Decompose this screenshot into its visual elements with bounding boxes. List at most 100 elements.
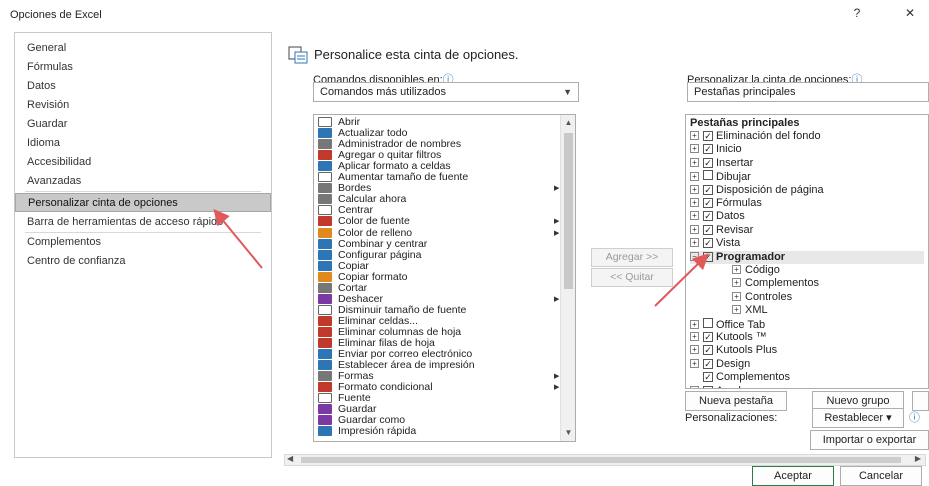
tree-tab-item[interactable]: + ✓Ayuda bbox=[690, 385, 924, 388]
cancel-button[interactable]: Cancelar bbox=[840, 466, 922, 486]
tree-group-item[interactable]: + Código bbox=[732, 264, 924, 277]
scroll-left-icon[interactable]: ◀ bbox=[287, 454, 293, 463]
scroll-thumb[interactable] bbox=[564, 133, 573, 289]
tree-tab-item[interactable]: + ✓ Fórmulas bbox=[690, 197, 924, 210]
commands-from-dropdown[interactable]: Comandos más utilizados ▼ bbox=[313, 82, 579, 102]
expand-icon[interactable]: + bbox=[690, 319, 699, 329]
tab-checkbox[interactable]: ✓ bbox=[703, 198, 713, 208]
tree-tab-item[interactable]: + ✓ Inicio bbox=[690, 143, 924, 156]
tab-checkbox[interactable] bbox=[703, 317, 713, 328]
nav-item-language[interactable]: Idioma bbox=[15, 134, 271, 153]
expand-icon[interactable]: + bbox=[732, 278, 741, 288]
expand-icon[interactable]: + bbox=[690, 211, 699, 221]
collapse-icon[interactable]: − bbox=[690, 251, 699, 261]
commands-scrollbar[interactable]: ▲ ▼ bbox=[560, 115, 575, 441]
tab-checkbox[interactable]: ✓ bbox=[703, 211, 713, 222]
tab-checkbox[interactable] bbox=[703, 170, 713, 181]
ribbon-tree[interactable]: Pestañas principales + ✓ Eliminación del f… bbox=[685, 114, 929, 389]
tab-checkbox[interactable]: ✓ bbox=[703, 345, 713, 356]
tree-group-item[interactable]: + XML bbox=[732, 304, 924, 317]
expand-icon[interactable]: + bbox=[690, 385, 699, 388]
import-export-button[interactable]: Importar o exportar bbox=[810, 430, 929, 450]
tab-checkbox[interactable]: ✓ bbox=[703, 144, 713, 155]
tree-tab-item[interactable]: + ✓ Vista bbox=[690, 237, 924, 250]
expand-icon[interactable]: + bbox=[690, 198, 699, 207]
expand-icon[interactable]: + bbox=[690, 172, 699, 182]
tab-checkbox[interactable]: ✓ bbox=[703, 131, 713, 141]
page-setup-icon bbox=[318, 249, 332, 260]
nav-item-advanced[interactable]: Avanzadas bbox=[15, 172, 271, 191]
tree-tab-item[interactable]: ✓ Complementos bbox=[690, 371, 924, 384]
rename-button-partial[interactable] bbox=[912, 391, 929, 411]
expand-icon[interactable]: + bbox=[690, 345, 699, 355]
expand-icon[interactable]: + bbox=[690, 332, 699, 341]
remove-button[interactable]: << Quitar bbox=[591, 268, 673, 287]
nav-item-trust-center[interactable]: Centro de confianza bbox=[15, 252, 271, 271]
nav-item-customize-ribbon[interactable]: Personalizar cinta de opciones bbox=[15, 193, 271, 212]
scroll-down-icon[interactable]: ▼ bbox=[561, 425, 575, 440]
nav-item-formulas[interactable]: Fórmulas bbox=[15, 58, 271, 77]
tab-checkbox[interactable]: ✓ bbox=[703, 251, 713, 262]
ribbon-customize-icon bbox=[288, 46, 308, 64]
increase-font-icon bbox=[318, 172, 332, 183]
horizontal-scrollbar[interactable]: ◀ ▶ bbox=[284, 454, 926, 466]
tree-tab-item[interactable]: + ✓ Revisar bbox=[690, 224, 924, 237]
help-button[interactable]: ? bbox=[845, 6, 869, 24]
ribbon-tabs-dropdown[interactable]: Pestañas principales bbox=[687, 82, 929, 102]
expand-icon[interactable]: + bbox=[690, 358, 699, 368]
tree-tab-item[interactable]: + ✓ Disposición de página bbox=[690, 184, 924, 197]
nav-item-general[interactable]: General bbox=[15, 39, 271, 58]
tree-tab-item[interactable]: + Office Tab bbox=[690, 317, 924, 331]
expand-icon[interactable]: + bbox=[732, 291, 741, 301]
tree-group-item[interactable]: + Controles bbox=[732, 291, 924, 304]
tree-tab-item[interactable]: + ✓ Kutools ™ bbox=[690, 331, 924, 344]
tree-tab-item[interactable]: + ✓ Kutools Plus bbox=[690, 344, 924, 357]
close-button[interactable]: ✕ bbox=[898, 6, 922, 24]
commands-list[interactable]: Abrir Actualizar todo Administrador de nom… bbox=[313, 114, 576, 442]
nav-item-proofing[interactable]: Revisión bbox=[15, 96, 271, 115]
tree-item-label: Eliminación del fondo bbox=[716, 130, 821, 142]
tab-checkbox[interactable]: ✓ bbox=[703, 385, 713, 388]
tab-checkbox[interactable]: ✓ bbox=[703, 238, 713, 249]
tab-checkbox[interactable]: ✓ bbox=[703, 358, 713, 369]
tree-tab-item[interactable]: + Dibujar bbox=[690, 170, 924, 183]
expand-icon[interactable]: + bbox=[690, 131, 699, 140]
tree-tab-item[interactable]: + ✓ Eliminación del fondo bbox=[690, 130, 924, 143]
nav-item-quick-access-toolbar[interactable]: Barra de herramientas de acceso rápido bbox=[15, 213, 271, 232]
tree-tab-item[interactable]: + ✓ Design bbox=[690, 358, 924, 371]
nav-item-accessibility[interactable]: Accesibilidad bbox=[15, 153, 271, 172]
command-item[interactable]: Configurar página bbox=[318, 249, 421, 261]
panel-heading: Personalice esta cinta de opciones. bbox=[314, 47, 519, 62]
info-icon: ⓘ bbox=[909, 412, 920, 424]
nav-item-addins[interactable]: Complementos bbox=[15, 233, 271, 252]
expand-icon[interactable]: + bbox=[732, 305, 741, 315]
command-item[interactable]: Formato condicional ▶ bbox=[318, 382, 559, 393]
command-item[interactable]: Impresión rápida bbox=[318, 426, 416, 437]
scroll-right-icon[interactable]: ▶ bbox=[915, 454, 921, 463]
tab-checkbox[interactable]: ✓ bbox=[703, 184, 713, 195]
tree-tab-item[interactable]: − ✓ Programador bbox=[690, 250, 924, 264]
expand-icon[interactable]: + bbox=[690, 224, 699, 234]
nav-item-save[interactable]: Guardar bbox=[15, 115, 271, 134]
tab-checkbox[interactable]: ✓ bbox=[703, 157, 713, 168]
expand-icon[interactable]: + bbox=[690, 238, 699, 248]
reset-dropdown-button[interactable]: Restablecer ▾ bbox=[812, 408, 904, 428]
hscroll-thumb[interactable] bbox=[301, 457, 901, 463]
expand-icon[interactable]: + bbox=[690, 144, 699, 154]
tab-checkbox[interactable]: ✓ bbox=[703, 372, 713, 383]
tree-tab-item[interactable]: + ✓ Insertar bbox=[690, 157, 924, 170]
nav-item-data[interactable]: Datos bbox=[15, 77, 271, 96]
expand-icon[interactable]: + bbox=[690, 184, 699, 194]
expand-icon[interactable]: + bbox=[690, 157, 699, 167]
tree-tab-item[interactable]: + ✓ Datos bbox=[690, 210, 924, 223]
tab-checkbox[interactable]: ✓ bbox=[703, 332, 713, 342]
ok-button[interactable]: Aceptar bbox=[752, 466, 834, 486]
add-button[interactable]: Agregar >> bbox=[591, 248, 673, 267]
tree-item-label: Ayuda bbox=[716, 385, 747, 388]
scroll-up-icon[interactable]: ▲ bbox=[561, 115, 575, 130]
tree-group-item[interactable]: + Complementos bbox=[732, 277, 924, 290]
tab-checkbox[interactable]: ✓ bbox=[703, 224, 713, 235]
expand-icon[interactable]: + bbox=[732, 265, 741, 274]
new-tab-button[interactable]: Nueva pestaña bbox=[685, 391, 787, 411]
font-color-icon bbox=[318, 216, 332, 227]
